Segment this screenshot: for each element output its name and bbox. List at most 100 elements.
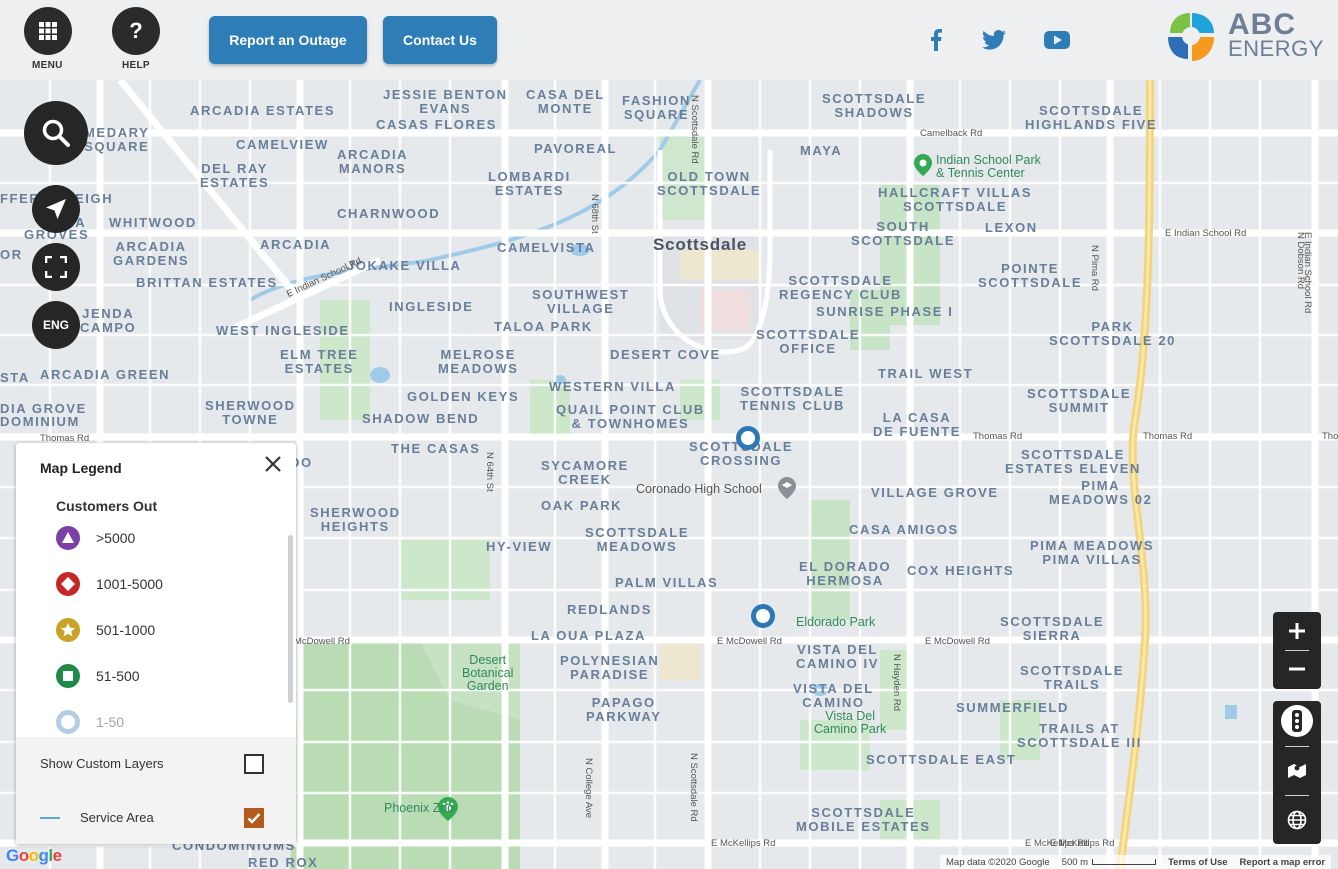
neighborhood-label: HALLCRAFT VILLAS SCOTTSDALE [878, 185, 1033, 214]
neighborhood-label: DEL RAY ESTATES [200, 161, 270, 190]
menu-label: MENU [32, 60, 63, 71]
divider [1285, 650, 1309, 651]
neighborhood-label: VILLAGE GROVE [871, 485, 999, 500]
outage-marker[interactable] [751, 604, 775, 628]
legend-list[interactable]: Customers Out >5000 1001-5000 501-1000 5… [16, 487, 296, 737]
gold-star-icon [56, 618, 80, 642]
menu-button[interactable] [24, 7, 72, 55]
zoom-in-button[interactable] [1273, 616, 1321, 646]
neighborhood-label: ARCADIA MANORS [337, 147, 409, 176]
road-label: E McDowell Rd [717, 636, 782, 647]
neighborhood-label: TRAILS AT SCOTTSDALE III [1017, 721, 1142, 750]
neighborhood-label: LOMBARDI ESTATES [488, 169, 571, 198]
neighborhood-label: OR [0, 247, 23, 262]
legend-options: Show Custom Layers Service Area [16, 737, 296, 844]
report-map-error-link[interactable]: Report a map error [1240, 857, 1326, 868]
road-label: E McKellips Rd [711, 838, 776, 849]
twitter-icon[interactable] [980, 28, 1008, 52]
road-label: Thomas Rd [973, 431, 1023, 442]
help-button[interactable]: ? [112, 7, 160, 55]
search-icon [42, 119, 70, 147]
neighborhood-label: WEST INGLESIDE [216, 323, 350, 338]
neighborhood-label: SUMMERFIELD [956, 700, 1069, 715]
road-label: E McDowell Rd [925, 636, 990, 647]
terrain-button[interactable] [1273, 755, 1321, 787]
map-layers-icon [1288, 764, 1306, 778]
neighborhood-label: SHERWOOD TOWNE [205, 398, 296, 427]
service-area-checkbox[interactable] [244, 808, 264, 828]
neighborhood-label: SCOTTSDALE MOBILE ESTATES [796, 805, 931, 834]
legend-close-button[interactable] [264, 455, 282, 473]
neighborhood-label: SCOTTSDALE EAST [866, 752, 1017, 767]
zoom-out-button[interactable] [1273, 654, 1321, 684]
poi-botanical: Desert Botanical Garden [462, 653, 514, 693]
legend-item-label: >5000 [96, 530, 136, 546]
grid-icon [39, 22, 57, 40]
navigation-arrow-icon [46, 199, 66, 219]
neighborhood-label: PARK SCOTTSDALE 20 [1049, 319, 1176, 348]
purple-triangle-icon [56, 526, 80, 550]
neighborhood-label: SUNRISE PHASE I [816, 304, 954, 319]
locate-button[interactable] [32, 185, 80, 233]
terms-link[interactable]: Terms of Use [1168, 857, 1227, 868]
neighborhood-label: PAPAGO PARKWAY [586, 695, 662, 724]
road-label: Thomas Rd [1143, 431, 1193, 442]
map-attribution: Map data ©2020 Google 500 m Terms of Use… [940, 855, 1332, 869]
neighborhood-label: ELM TREE ESTATES [280, 347, 359, 376]
legend-scrollbar[interactable] [288, 535, 293, 703]
contact-us-button[interactable]: Contact Us [383, 16, 497, 64]
youtube-icon[interactable] [1043, 28, 1071, 52]
neighborhood-label: SCOTTSDALE SHADOWS [822, 91, 927, 120]
neighborhood-label: CAMELVIEW [236, 137, 329, 152]
neighborhood-label: PAVOREAL [534, 141, 618, 156]
checkmark-icon [247, 813, 261, 824]
neighborhood-label: SCOTTSDALE TRAILS [1020, 663, 1125, 692]
neighborhood-label: LEXON [985, 220, 1038, 235]
legend-item: 51-500 [56, 664, 140, 688]
legend-title: Map Legend [40, 460, 122, 476]
header: MENU ? HELP Report an Outage Contact Us … [0, 0, 1338, 80]
neighborhood-label: REDLANDS [567, 602, 653, 617]
neighborhood-label: WHITWOOD [109, 215, 197, 230]
neighborhood-label: ARCADIA GREEN [40, 367, 171, 382]
service-area-line-icon [40, 817, 60, 819]
custom-layers-checkbox[interactable] [244, 754, 264, 774]
traffic-button[interactable] [1281, 705, 1313, 737]
neighborhood-label: TRAIL WEST [878, 366, 974, 381]
divider [1285, 795, 1309, 796]
report-outage-button[interactable]: Report an Outage [209, 16, 367, 64]
service-area-label: Service Area [80, 810, 154, 825]
neighborhood-label: SCOTTSDALE ESTATES ELEVEN [1005, 447, 1142, 476]
satellite-button[interactable] [1273, 804, 1321, 836]
neighborhood-label: HY-VIEW [486, 539, 553, 554]
neighborhood-label: CHARNWOOD [337, 206, 441, 221]
road-label: E Indian School Rd [1165, 228, 1247, 239]
search-button[interactable] [24, 101, 88, 165]
facebook-icon[interactable] [922, 28, 950, 52]
road-label: N Dobson Rd [1295, 232, 1306, 290]
road-label: N Scottsdale Rd [688, 753, 699, 822]
neighborhood-label: THE CASAS [391, 441, 481, 456]
neighborhood-label: TALOA PARK [494, 319, 593, 334]
language-button[interactable]: ENG [32, 301, 80, 349]
logo-energy: ENERGY [1228, 36, 1324, 61]
neighborhood-label: SOUTH SCOTTSDALE [851, 219, 956, 248]
neighborhood-label: BRITTAN ESTATES [136, 275, 278, 290]
neighborhood-label: PIMA MEADOWS PIMA VILLAS [1030, 538, 1155, 567]
question-icon: ? [129, 18, 143, 43]
neighborhood-label: CASA DEL MONTE [526, 87, 605, 116]
road-label: N 68th St [589, 194, 600, 234]
road-label: N 64th St [484, 452, 495, 492]
neighborhood-label: ARCADIA GARDENS [113, 239, 190, 268]
outage-marker[interactable] [736, 426, 760, 450]
neighborhood-label: SCOTTSDALE SUMMIT [1027, 386, 1132, 415]
neighborhood-label: COX HEIGHTS [907, 563, 1015, 578]
neighborhood-label: VISTA DEL CAMINO IV [796, 642, 880, 671]
neighborhood-label: LA OUA PLAZA [531, 628, 647, 643]
city-label: Scottsdale [653, 235, 747, 254]
fullscreen-button[interactable] [32, 243, 80, 291]
neighborhood-label: OAK PARK [541, 498, 623, 513]
neighborhood-label: CASAS FLORES [376, 117, 498, 132]
neighborhood-label: VISTA DEL CAMINO [793, 681, 874, 710]
red-diamond-icon [56, 572, 80, 596]
